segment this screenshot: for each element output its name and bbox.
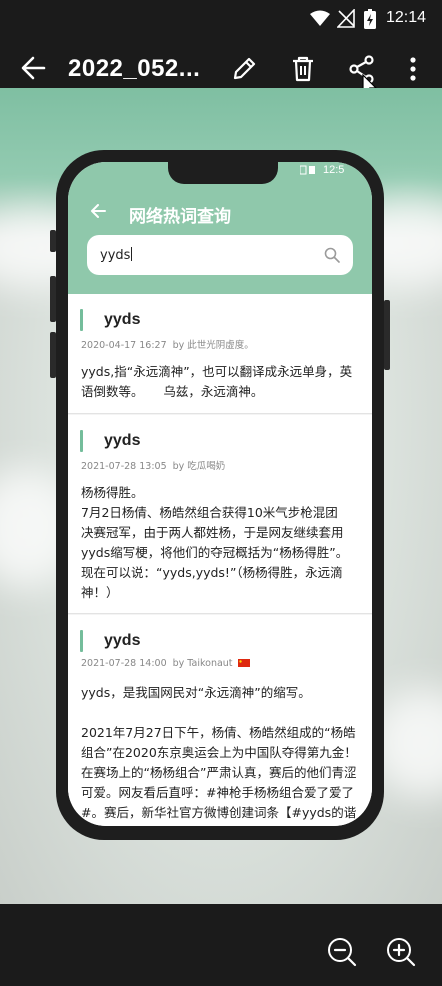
zoom-in-icon[interactable] [386,937,416,967]
phone-status-time: 12:5 [323,164,345,176]
phone-status-icons [300,165,315,175]
result-card[interactable]: yyds 2021-07-28 13:05 by 吃瓜喝奶 杨杨得胜。 7月2日杨… [68,415,372,614]
result-meta: 2021-07-28 14:00 by Taikonaut [81,658,250,669]
result-date: 2021-07-28 14:00 [81,658,167,669]
result-author: by Taikonaut [172,658,233,669]
result-date: 2020-04-17 16:27 [81,340,167,351]
signal-icon [337,9,355,28]
pencil-icon[interactable] [231,56,257,82]
result-meta: 2021-07-28 13:05 by 吃瓜喝奶 [81,458,231,472]
result-definition: yyds，是我国网民对“永远滴神”的缩写。 2021年7月27日下午，杨倩、杨皓… [81,685,357,820]
back-arrow-icon[interactable] [20,55,46,81]
result-meta: 2020-04-17 16:27 by 此世光阴虚度。 [81,337,260,351]
zoom-out-icon[interactable] [327,937,357,967]
result-word: yyds [104,311,141,328]
phone-screen: 12:5 网络热词查询 yyds yyds 2020-04-17 16:27 by… [68,162,372,826]
file-title: 2022_052... [68,55,201,82]
result-word: yyds [104,432,141,449]
more-vert-icon[interactable] [408,56,418,82]
status-time: 12:14 [385,9,426,26]
wifi-icon [310,10,330,26]
battery-charging-icon [364,9,376,29]
search-value: yyds [100,248,131,263]
phone-notch [168,162,278,184]
result-author: by 吃瓜喝奶 [172,461,226,472]
app-back-icon[interactable] [90,204,106,218]
search-icon[interactable] [324,247,340,263]
result-definition: yyds,指“永远滴神”，也可以翻译成永远单身，英 语倒数等。 乌兹，永远滴神。 [81,364,353,399]
zoom-bar [0,904,442,986]
status-bar: 12:14 [0,0,442,38]
result-author: by 此世光阴虚度。 [172,340,254,351]
result-date: 2021-07-28 13:05 [81,461,167,472]
trash-icon[interactable] [291,56,315,82]
result-word: yyds [104,632,141,649]
result-card[interactable]: yyds 2021-07-28 14:00 by Taikonaut yyds，是… [68,615,372,826]
result-definition: 杨杨得胜。 7月2日杨倩、杨皓然组合获得10米气步枪混团 决赛冠军，由于两人都姓… [81,485,349,600]
app-title: 网络热词查询 [129,207,231,227]
china-flag-icon [237,659,250,667]
result-card[interactable]: yyds 2020-04-17 16:27 by 此世光阴虚度。 yyds,指“永… [68,294,372,414]
search-input[interactable]: yyds [87,235,353,275]
